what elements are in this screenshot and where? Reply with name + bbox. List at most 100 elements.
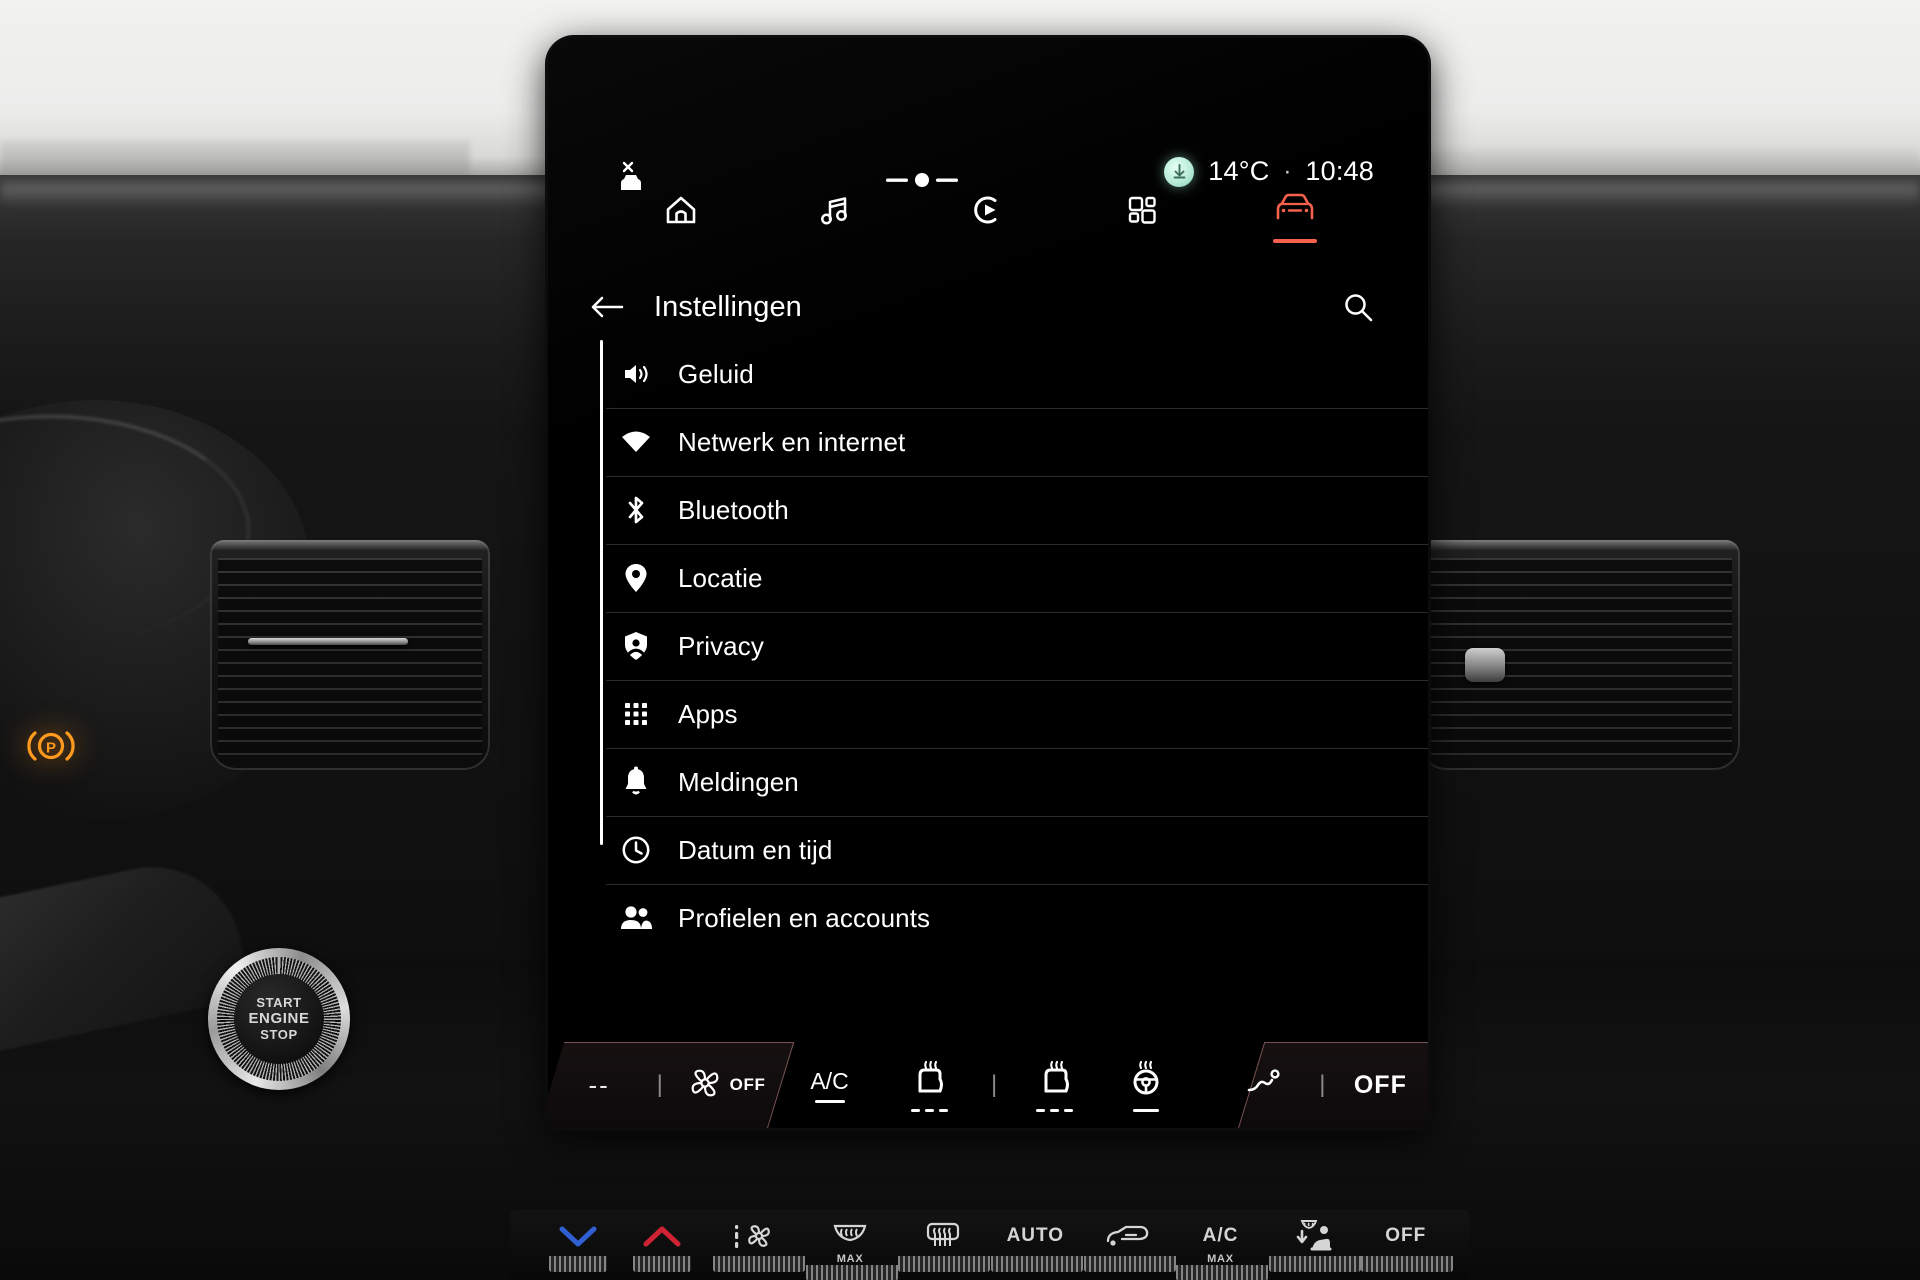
defrost-person-icon <box>1288 1216 1338 1256</box>
wifi-icon <box>618 427 654 457</box>
play-circle-icon <box>969 191 1007 234</box>
settings-row-label: Privacy <box>678 630 764 661</box>
start-label-line2: ENGINE <box>248 1010 310 1028</box>
hvac-ac-max-button[interactable]: A/C MAX <box>1174 1216 1269 1280</box>
hvac-off-button[interactable]: OFF <box>1359 1216 1454 1272</box>
rear-defrost-icon <box>920 1216 966 1256</box>
climate-right-state[interactable]: OFF <box>1333 1071 1428 1100</box>
hvac-front-defrost-button[interactable]: MAX <box>804 1216 898 1280</box>
hvac-temperature-pair <box>528 1216 711 1272</box>
air-vent-right[interactable] <box>1420 540 1740 770</box>
hvac-ridge <box>991 1256 1084 1272</box>
front-defrost-icon <box>828 1216 872 1256</box>
hvac-fan-speed-button[interactable] <box>711 1216 806 1272</box>
driver-temp-value: -- <box>588 1069 610 1100</box>
climate-control-bar[interactable]: -- | OFF A/C | | OFF <box>548 1020 1428 1128</box>
climate-airflow-button[interactable] <box>1221 1066 1312 1105</box>
heated-seat-icon <box>1033 1059 1077 1104</box>
settings-row-meldingen[interactable]: Meldingen <box>548 748 1428 816</box>
hvac-recirculation-button[interactable] <box>1082 1216 1176 1272</box>
settings-row-profielen-en-accounts[interactable]: Profielen en accounts <box>548 884 1428 952</box>
physical-hvac-panel[interactable]: MAX AUTO A/C MAX OFF <box>510 1210 1470 1280</box>
airflow-icon <box>1244 1066 1288 1105</box>
apps-dots-icon <box>618 701 654 727</box>
vent-adjust-bar[interactable] <box>1465 648 1505 682</box>
vent-adjust-bar[interactable] <box>248 638 408 645</box>
nav-underline <box>966 243 1010 247</box>
nav-underline <box>1120 243 1164 247</box>
settings-row-bluetooth[interactable]: Bluetooth <box>548 476 1428 544</box>
search-icon[interactable] <box>1342 291 1374 323</box>
settings-row-label: Datum en tijd <box>678 834 833 865</box>
status-separator: · <box>1283 157 1292 185</box>
nav-item-home[interactable] <box>636 188 726 254</box>
hvac-off-label: OFF <box>1385 1225 1427 1246</box>
hvac-ridge <box>898 1256 991 1272</box>
download-circle-icon[interactable] <box>1164 156 1195 187</box>
settings-row-locatie[interactable]: Locatie <box>548 544 1428 612</box>
steering-heat-indicator <box>1132 1108 1159 1112</box>
seat-heat-level-indicator <box>910 1108 948 1112</box>
settings-row-apps[interactable]: Apps <box>548 680 1428 748</box>
hvac-ac-label: A/C <box>1202 1225 1239 1246</box>
hvac-ac-label-wrap: A/C <box>1203 1216 1239 1256</box>
recirculation-icon <box>1102 1216 1154 1256</box>
car-dashboard: P START ENGINE STOP 14°C · 10:48 Instell… <box>0 0 1920 1280</box>
fan-state-label: OFF <box>729 1075 766 1094</box>
main-navigation-bar[interactable] <box>548 188 1428 264</box>
page-header: Instellingen <box>548 274 1428 340</box>
hvac-auto-button[interactable]: AUTO <box>989 1216 1084 1272</box>
page-title: Instellingen <box>654 290 802 323</box>
climate-driver-seat-heat[interactable] <box>877 1059 981 1112</box>
climate-divider-1: | <box>656 1071 663 1098</box>
settings-row-geluid[interactable]: Geluid <box>548 340 1428 408</box>
hvac-ridge <box>1176 1265 1269 1280</box>
settings-row-label: Locatie <box>678 562 763 593</box>
start-engine-stop-button[interactable]: START ENGINE STOP <box>208 948 350 1090</box>
climate-ac-button[interactable]: A/C <box>782 1068 877 1103</box>
air-vent-left[interactable] <box>210 540 490 770</box>
hvac-ridge <box>1083 1256 1176 1272</box>
hvac-auto-label: AUTO <box>1006 1225 1065 1246</box>
settings-row-label: Meldingen <box>678 766 799 797</box>
hvac-ridge <box>805 1265 898 1280</box>
start-button-face: START ENGINE STOP <box>234 974 324 1064</box>
settings-row-datum-en-tijd[interactable]: Datum en tijd <box>548 816 1428 884</box>
nav-item-media[interactable] <box>789 188 879 254</box>
climate-passenger-seat-heat[interactable] <box>1007 1059 1102 1112</box>
nav-item-vehicle[interactable] <box>1250 188 1340 254</box>
nav-item-radio[interactable] <box>943 188 1033 254</box>
settings-row-netwerk-en-internet[interactable]: Netwerk en internet <box>548 408 1428 476</box>
chevron-up-icon <box>640 1216 684 1256</box>
parking-brake-letter: P <box>46 740 56 757</box>
back-arrow-icon[interactable] <box>590 294 624 320</box>
settings-row-label: Profielen en accounts <box>678 902 931 933</box>
hvac-ridge <box>713 1256 806 1272</box>
hvac-rear-defrost-button[interactable] <box>896 1216 991 1272</box>
settings-list[interactable]: Geluid Netwerk en internet Bluetooth Loc… <box>548 340 1428 960</box>
nav-item-apps[interactable] <box>1097 188 1187 254</box>
hvac-temp-up-button[interactable] <box>632 1216 691 1272</box>
hvac-ridge <box>632 1256 691 1272</box>
clock-time: 10:48 <box>1305 156 1374 186</box>
hvac-defrost-occupant-button[interactable] <box>1267 1216 1361 1272</box>
climate-divider-3: | <box>1319 1071 1326 1098</box>
status-bar-right-cluster: 14°C · 10:48 <box>1164 156 1374 187</box>
car-icon <box>1273 191 1317 230</box>
vent-lip <box>1420 540 1740 550</box>
climate-driver-temperature[interactable]: -- <box>548 1070 650 1101</box>
ac-active-underline <box>814 1099 845 1103</box>
settings-list-items: Geluid Netwerk en internet Bluetooth Loc… <box>548 340 1428 952</box>
apps-grid-icon <box>1123 191 1161 234</box>
home-icon <box>662 191 700 234</box>
settings-row-privacy[interactable]: Privacy <box>548 612 1428 680</box>
climate-fan-button[interactable]: OFF <box>669 1064 782 1107</box>
nav-underline-active <box>1273 239 1318 243</box>
hvac-temp-down-button[interactable] <box>548 1216 607 1272</box>
climate-steering-wheel-heat[interactable] <box>1102 1059 1189 1112</box>
nav-underline <box>659 243 703 247</box>
start-label-line3: STOP <box>260 1026 298 1042</box>
hvac-ridge <box>1361 1256 1454 1272</box>
infotainment-screen[interactable]: 14°C · 10:48 Instellingen Geluid Netwerk… <box>548 38 1428 1128</box>
climate-divider-2: | <box>990 1071 998 1098</box>
